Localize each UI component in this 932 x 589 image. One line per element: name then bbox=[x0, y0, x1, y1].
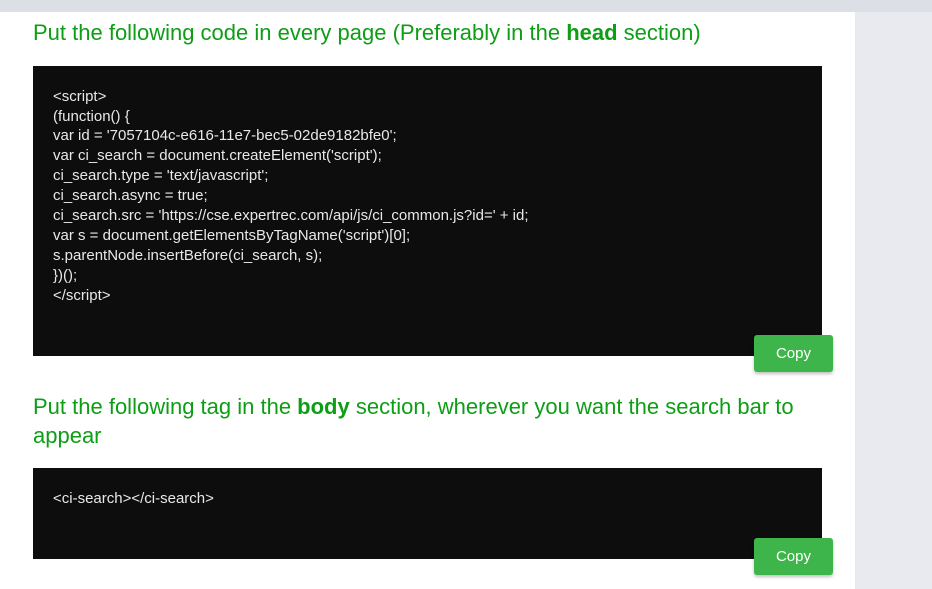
section1-heading-bold: head bbox=[566, 20, 617, 45]
section1-heading: Put the following code in every page (Pr… bbox=[33, 12, 822, 48]
content-area: Put the following code in every page (Pr… bbox=[0, 12, 855, 589]
code-container-2: <ci-search></ci-search> Copy bbox=[33, 468, 822, 559]
section1-heading-post: section) bbox=[618, 20, 701, 45]
code-block-2: <ci-search></ci-search> bbox=[33, 468, 822, 559]
section2-heading-pre: Put the following tag in the bbox=[33, 394, 297, 419]
copy-button-1[interactable]: Copy bbox=[754, 335, 833, 372]
section1-heading-pre: Put the following code in every page (Pr… bbox=[33, 20, 566, 45]
section2-heading: Put the following tag in the body sectio… bbox=[33, 386, 822, 450]
code-block-1: <script> (function() { var id = '7057104… bbox=[33, 66, 822, 356]
top-bar bbox=[0, 0, 932, 12]
code-container-1: <script> (function() { var id = '7057104… bbox=[33, 66, 822, 356]
copy-button-2[interactable]: Copy bbox=[754, 538, 833, 575]
section2-heading-bold: body bbox=[297, 394, 350, 419]
section-gap bbox=[33, 356, 822, 386]
